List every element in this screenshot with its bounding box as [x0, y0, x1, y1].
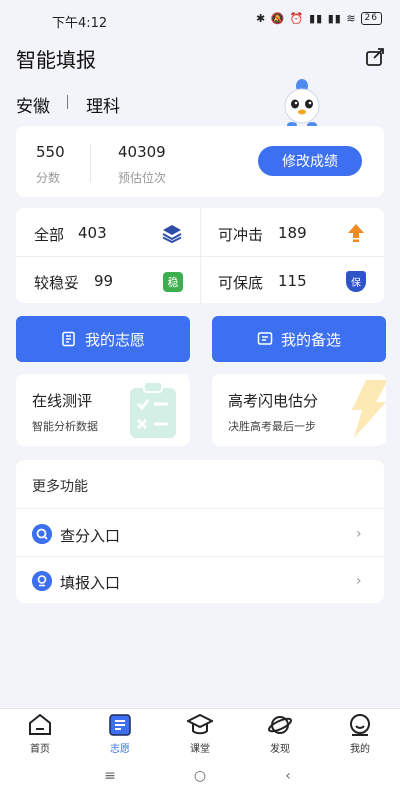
more-functions-title: 更多功能: [32, 479, 88, 495]
page-title: 智能填报: [16, 48, 96, 72]
score-value: 550: [36, 143, 65, 161]
profile-icon: [350, 714, 370, 736]
stat-stable-count: 99: [94, 272, 114, 290]
home-icon: [29, 713, 51, 735]
my-wishes-button[interactable]: 我的志愿: [16, 316, 190, 362]
battery-icon: 26: [360, 12, 382, 25]
divider: [90, 144, 91, 182]
tab-mine-label: 我的: [350, 744, 370, 755]
checklist-clipboard-icon: [130, 381, 176, 438]
tab-discover[interactable]: 发现: [250, 710, 310, 758]
divider: [67, 95, 68, 109]
online-test-title: 在线测评: [32, 392, 93, 410]
my-backups-button[interactable]: 我的备选: [212, 316, 386, 362]
search-icon: [32, 524, 52, 544]
tab-wish[interactable]: 志愿: [90, 710, 150, 758]
tab-home[interactable]: 首页: [10, 710, 70, 758]
status-time: 下午4:12: [52, 16, 108, 31]
stable-badge-icon: 稳: [163, 272, 183, 292]
back-icon[interactable]: ‹: [276, 768, 300, 788]
menu-icon[interactable]: ≡: [98, 768, 122, 788]
share-icon[interactable]: [364, 46, 386, 68]
status-indicator-icons: ✱ 🔕 ⏰ ▮▮ ▮▮ ≋: [256, 12, 357, 25]
chevron-right-icon: ›: [356, 526, 362, 542]
tab-wish-label: 志愿: [110, 744, 130, 755]
stat-safe-count: 115: [278, 272, 307, 290]
stat-reach-label: 可冲击: [218, 226, 264, 244]
badge-icon: [32, 571, 52, 591]
flash-estimate-card[interactable]: 高考闪电估分 决胜高考最后一步: [212, 374, 386, 446]
online-test-subtitle: 智能分析数据: [32, 420, 98, 433]
score-label: 分数: [36, 171, 61, 185]
tab-home-label: 首页: [30, 744, 50, 755]
online-test-card[interactable]: 在线测评 智能分析数据: [16, 374, 190, 446]
message-box-icon: [257, 332, 273, 345]
document-list-icon: [62, 331, 75, 347]
tab-classroom[interactable]: 课堂: [170, 710, 230, 758]
rank-label: 预估位次: [118, 171, 167, 185]
flash-estimate-title: 高考闪电估分: [228, 392, 319, 410]
stat-all-label: 全部: [34, 226, 65, 244]
arrow-up-icon: [348, 224, 364, 242]
my-wishes-label: 我的志愿: [84, 330, 145, 349]
stat-stable-label: 较稳妥: [34, 274, 80, 292]
apply-entry-label: 填报入口: [60, 574, 121, 592]
graduation-cap-icon: [187, 713, 213, 735]
safe-shield-icon: 保: [346, 271, 366, 292]
my-backups-label: 我的备选: [280, 330, 341, 349]
subject-label[interactable]: 理科: [86, 92, 120, 117]
tab-discover-label: 发现: [270, 744, 290, 755]
mascot-icon: [284, 79, 320, 128]
divider: [16, 508, 384, 509]
rank-value: 40309: [118, 143, 166, 161]
status-icons: ✱ 🔕 ⏰ ▮▮ ▮▮ ≋ 26: [256, 12, 382, 25]
score-query-label: 查分入口: [60, 527, 121, 545]
layers-icon: [162, 225, 182, 243]
tab-classroom-label: 课堂: [190, 744, 210, 755]
stat-reach-count: 189: [278, 224, 307, 242]
home-circle-icon[interactable]: ○: [188, 768, 212, 788]
stat-safe-label: 可保底: [218, 274, 264, 292]
chevron-right-icon: ›: [356, 573, 362, 589]
flash-estimate-subtitle: 决胜高考最后一步: [228, 420, 316, 433]
stat-all-count: 403: [78, 224, 107, 242]
planet-icon: [267, 716, 293, 734]
wish-icon: [109, 714, 131, 736]
edit-score-button[interactable]: 修改成绩: [258, 146, 362, 176]
tab-mine[interactable]: 我的: [330, 710, 390, 758]
province-label[interactable]: 安徽: [16, 92, 50, 117]
lightning-icon: [352, 380, 386, 438]
